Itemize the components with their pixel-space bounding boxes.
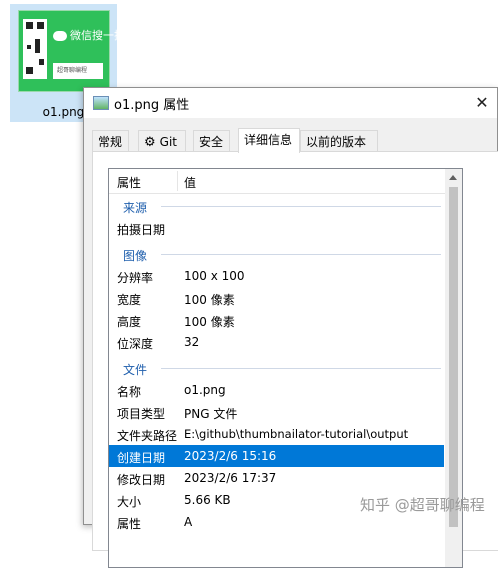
- tab-label: 以前的版本: [306, 135, 367, 149]
- column-header-property[interactable]: 属性: [117, 174, 141, 191]
- wechat-icon: [53, 31, 67, 41]
- group-label: 图像: [123, 249, 148, 263]
- property-name: 文件夹路径: [117, 429, 178, 443]
- group-divider: [161, 368, 441, 369]
- list-item[interactable]: 修改日期 2023/2/6 17:37: [109, 467, 444, 489]
- list-item-selected[interactable]: 创建日期 2023/2/6 15:16: [109, 445, 444, 467]
- tab-bar: 常规 ⚙ Git 安全 详细信息 以前的版本: [92, 128, 497, 153]
- property-value: 2023/2/6 17:37: [184, 471, 277, 485]
- list-item[interactable]: 名称 o1.png: [109, 379, 444, 401]
- scrollbar-thumb[interactable]: [449, 187, 458, 527]
- image-file-icon: [93, 96, 109, 110]
- group-divider: [161, 206, 441, 207]
- property-value: A: [184, 515, 193, 529]
- watermark: 知乎 @超哥聊编程: [360, 496, 485, 514]
- properties-dialog: o1.png 属性 ✕ 常规 ⚙ Git 安全 详细信息 以前的版本 属性 值 来…: [83, 87, 498, 568]
- tab-label: 常规: [98, 135, 123, 149]
- close-icon[interactable]: ✕: [471, 92, 493, 114]
- property-name: 分辨率: [117, 271, 154, 285]
- qr-code-icon: [23, 19, 47, 79]
- tab-label: 安全: [199, 135, 224, 149]
- list-item[interactable]: 分辨率 100 x 100: [109, 265, 444, 287]
- image-thumbnail: 微信搜一搜 超哥聊编程: [18, 10, 125, 92]
- list-item[interactable]: 项目类型 PNG 文件: [109, 401, 444, 423]
- property-value: E:\github\thumbnailator-tutorial\output: [184, 427, 409, 441]
- property-value: 100 x 100: [184, 269, 245, 283]
- group-source: 来源: [109, 196, 449, 216]
- property-value: o1.png: [184, 383, 226, 397]
- scroll-up-icon[interactable]: [449, 175, 457, 180]
- tab-label: 详细信息: [244, 133, 293, 147]
- property-name: 大小: [117, 495, 142, 509]
- list-item[interactable]: 位深度 32: [109, 331, 444, 353]
- group-image: 图像: [109, 244, 449, 264]
- list-item[interactable]: 宽度 100 像素: [109, 287, 444, 309]
- group-divider: [161, 254, 441, 255]
- property-value: 2023/2/6 15:16: [184, 449, 277, 463]
- property-name: 修改日期: [117, 473, 166, 487]
- group-label: 来源: [123, 201, 148, 215]
- tab-previous-versions[interactable]: 以前的版本: [300, 130, 378, 152]
- details-panel: 属性 值 来源 拍摄日期 图像 分辨率 100 x 100 宽度 100 像素: [92, 151, 498, 568]
- property-name: 创建日期: [117, 451, 166, 465]
- list-header: 属性 值: [109, 169, 462, 194]
- property-name: 拍摄日期: [117, 223, 166, 237]
- property-name: 项目类型: [117, 407, 166, 421]
- property-name: 高度: [117, 315, 142, 329]
- tab-git[interactable]: ⚙ Git: [138, 130, 186, 152]
- gear-icon: ⚙: [144, 135, 156, 150]
- column-header-value[interactable]: 值: [184, 174, 196, 191]
- column-divider[interactable]: [177, 171, 178, 191]
- list-item[interactable]: 高度 100 像素: [109, 309, 444, 331]
- property-name: 名称: [117, 385, 142, 399]
- tab-general[interactable]: 常规: [92, 130, 129, 152]
- property-value: 32: [184, 335, 200, 349]
- property-name: 属性: [117, 517, 142, 531]
- thumbnail-search: 超哥聊编程: [53, 63, 103, 79]
- thumbnail-text: 微信搜一搜: [70, 29, 125, 42]
- group-file: 文件: [109, 358, 449, 378]
- property-value: PNG 文件: [184, 407, 238, 421]
- window-title: o1.png 属性: [114, 98, 190, 113]
- list-item[interactable]: 文件夹路径 E:\github\thumbnailator-tutorial\o…: [109, 423, 444, 445]
- title-bar: o1.png 属性 ✕: [84, 88, 497, 118]
- property-name: 位深度: [117, 337, 154, 351]
- group-label: 文件: [123, 363, 148, 377]
- tab-label: Git: [159, 135, 177, 149]
- tab-security[interactable]: 安全: [193, 130, 230, 152]
- property-name: 宽度: [117, 293, 142, 307]
- property-value: 100 像素: [184, 315, 235, 329]
- tab-details[interactable]: 详细信息: [238, 128, 300, 153]
- property-value: 100 像素: [184, 293, 235, 307]
- property-value: 5.66 KB: [184, 493, 231, 507]
- list-item[interactable]: 拍摄日期: [109, 217, 444, 239]
